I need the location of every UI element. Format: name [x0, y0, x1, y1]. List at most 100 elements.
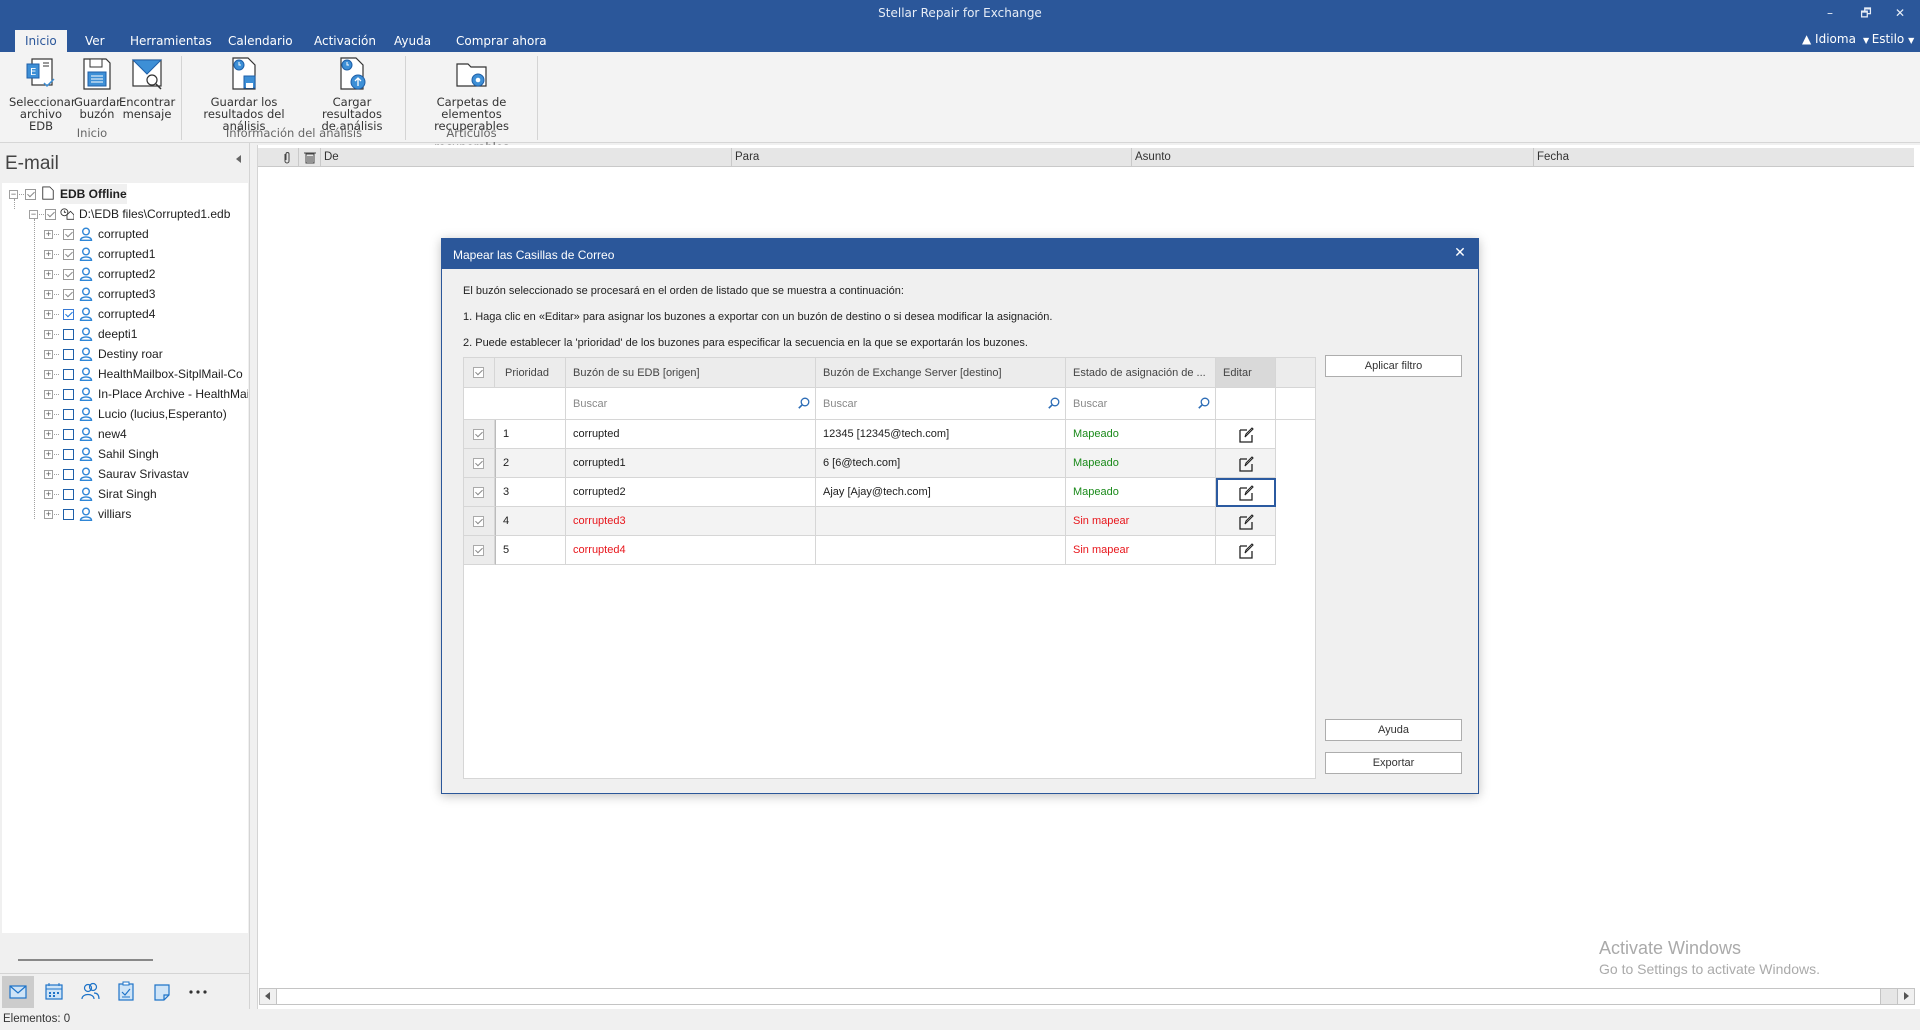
header-target[interactable]: Buzón de Exchange Server [destino] — [816, 358, 1066, 388]
list-horizontal-scrollbar[interactable] — [259, 988, 1915, 1005]
status-search-input[interactable]: Buscar — [1066, 388, 1216, 420]
column-para[interactable]: Para — [735, 151, 759, 163]
checkbox[interactable] — [63, 229, 74, 240]
expand-icon[interactable]: + — [44, 350, 53, 359]
expand-icon[interactable]: + — [44, 290, 53, 299]
calendar-nav-button[interactable] — [38, 976, 70, 1008]
grid-row[interactable]: 2 corrupted1 6 [6@tech.com] Mapeado — [464, 449, 1315, 478]
column-asunto[interactable]: Asunto — [1135, 151, 1171, 163]
tree-node-mailbox[interactable]: + Lucio (lucius,Esperanto) — [2, 404, 248, 424]
help-button[interactable]: Ayuda — [1325, 719, 1462, 741]
checkbox[interactable] — [63, 289, 74, 300]
checkbox[interactable] — [63, 389, 74, 400]
checkbox[interactable] — [63, 309, 74, 320]
header-source[interactable]: Buzón de su EDB [origen] — [566, 358, 816, 388]
select-edb-button[interactable]: E Seleccionar archivo EDB — [9, 56, 76, 132]
checkbox[interactable] — [63, 429, 74, 440]
row-checkbox-cell[interactable] — [464, 507, 495, 536]
tree-node-mailbox[interactable]: + HealthMailbox-SitplMail-Co — [2, 364, 248, 384]
expand-icon[interactable]: + — [44, 250, 53, 259]
expand-icon[interactable]: + — [44, 230, 53, 239]
scroll-left-button[interactable] — [260, 989, 277, 1004]
column-de[interactable]: De — [324, 151, 339, 163]
export-button[interactable]: Exportar — [1325, 752, 1462, 774]
tree-node-mailbox[interactable]: + Destiny roar — [2, 344, 248, 364]
expand-icon[interactable]: + — [44, 450, 53, 459]
scroll-right-button[interactable] — [1897, 989, 1914, 1004]
checkbox[interactable] — [63, 489, 74, 500]
tab-comprar-ahora[interactable]: Comprar ahora — [446, 30, 557, 52]
attachment-icon[interactable] — [283, 151, 291, 164]
find-message-button[interactable]: Encontrar mensaje — [119, 56, 175, 120]
source-search-input[interactable]: Buscar — [566, 388, 816, 420]
collapse-icon[interactable]: − — [9, 190, 18, 199]
row-checkbox[interactable] — [473, 458, 484, 469]
header-edit[interactable]: Editar — [1216, 358, 1276, 388]
checkbox[interactable] — [63, 349, 74, 360]
tab-activacion[interactable]: Activación — [304, 30, 386, 52]
row-priority[interactable]: 4 — [495, 507, 566, 536]
row-checkbox-cell[interactable] — [464, 449, 495, 478]
expand-icon[interactable]: + — [44, 410, 53, 419]
delete-icon[interactable] — [304, 151, 316, 164]
collapse-panel-icon[interactable] — [236, 155, 241, 163]
minimize-button[interactable]: – — [1815, 3, 1845, 23]
tree-node-edb-file[interactable]: − D:\EDB files\Corrupted1.edb — [2, 204, 242, 224]
checkbox[interactable] — [45, 209, 56, 220]
tree-node-mailbox[interactable]: + deepti1 — [2, 324, 248, 344]
edit-button[interactable] — [1216, 420, 1276, 449]
edit-button[interactable] — [1216, 478, 1276, 507]
target-search-input[interactable]: Buscar — [816, 388, 1066, 420]
checkbox[interactable] — [63, 269, 74, 280]
tab-calendario[interactable]: Calendario — [218, 30, 303, 52]
more-nav-button[interactable] — [182, 976, 214, 1008]
row-checkbox[interactable] — [473, 487, 484, 498]
row-checkbox[interactable] — [473, 516, 484, 527]
idioma-menu[interactable]: ▲ Idioma — [1802, 32, 1856, 46]
edit-button[interactable] — [1216, 536, 1276, 565]
tab-ver[interactable]: Ver — [75, 30, 115, 52]
tree-node-mailbox[interactable]: + Saurav Srivastav — [2, 464, 248, 484]
row-priority[interactable]: 1 — [495, 420, 566, 449]
expand-icon[interactable]: + — [44, 390, 53, 399]
tree-node-mailbox[interactable]: + Sirat Singh — [2, 484, 248, 504]
grid-row[interactable]: 4 corrupted3 Sin mapear — [464, 507, 1315, 536]
notes-nav-button[interactable] — [146, 976, 178, 1008]
restore-button[interactable]: 🗗 — [1851, 3, 1881, 23]
checkbox[interactable] — [63, 329, 74, 340]
expand-icon[interactable]: + — [44, 470, 53, 479]
expand-icon[interactable]: + — [44, 430, 53, 439]
header-status[interactable]: Estado de asignación de ... — [1066, 358, 1216, 388]
header-priority[interactable]: Prioridad — [495, 358, 566, 388]
grid-row[interactable]: 5 corrupted4 Sin mapear — [464, 536, 1315, 565]
expand-icon[interactable]: + — [44, 310, 53, 319]
save-scan-button[interactable]: Guardar los resultados del análisis — [186, 56, 302, 132]
close-button[interactable]: ✕ — [1885, 3, 1915, 23]
tree-node-mailbox[interactable]: + Sahil Singh — [2, 444, 248, 464]
tree-node-mailbox[interactable]: + villiars — [2, 504, 248, 524]
tree-node-mailbox[interactable]: + corrupted1 — [2, 244, 248, 264]
row-checkbox[interactable] — [473, 429, 484, 440]
tree-node-mailbox[interactable]: + In-Place Archive - HealthMai — [2, 384, 248, 404]
tree-node-mailbox[interactable]: + corrupted2 — [2, 264, 248, 284]
row-priority[interactable]: 2 — [495, 449, 566, 478]
mail-nav-button[interactable] — [2, 976, 34, 1008]
row-checkbox-cell[interactable] — [464, 536, 495, 565]
row-checkbox[interactable] — [473, 545, 484, 556]
tree-node-mailbox[interactable]: + corrupted3 — [2, 284, 248, 304]
checkbox[interactable] — [63, 409, 74, 420]
tab-inicio[interactable]: Inicio — [15, 30, 67, 52]
row-checkbox-cell[interactable] — [464, 420, 495, 449]
estilo-menu[interactable]: ▼ Estilo ▼ — [1863, 32, 1914, 46]
grid-row[interactable]: 3 corrupted2 Ajay [Ajay@tech.com] Mapeado — [464, 478, 1315, 507]
expand-icon[interactable]: + — [44, 370, 53, 379]
select-all-cell[interactable] — [464, 358, 495, 388]
checkbox[interactable] — [63, 509, 74, 520]
checkbox[interactable] — [63, 449, 74, 460]
tree-node-mailbox[interactable]: + new4 — [2, 424, 248, 444]
row-priority[interactable]: 5 — [495, 536, 566, 565]
select-all-checkbox[interactable] — [473, 367, 484, 378]
tab-herramientas[interactable]: Herramientas — [120, 30, 222, 52]
checkbox[interactable] — [63, 469, 74, 480]
tasks-nav-button[interactable] — [110, 976, 142, 1008]
